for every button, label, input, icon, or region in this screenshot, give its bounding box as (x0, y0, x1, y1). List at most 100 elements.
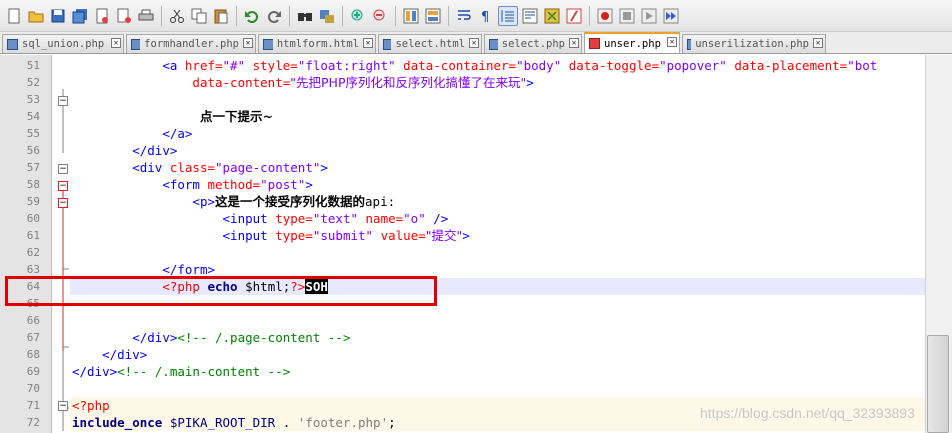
sync-vertical-icon[interactable] (401, 6, 421, 26)
new-file-icon[interactable] (4, 6, 24, 26)
line-number: 53 (26, 93, 40, 106)
tab-unserilization[interactable]: unserilization.php ✕ (682, 34, 826, 53)
code-line[interactable]: 60 <input type="text" name="o" /> (0, 210, 925, 227)
tab-close-icon[interactable]: ✕ (363, 38, 373, 48)
php-variable: $PIKA_ROOT_DIR (162, 415, 276, 430)
zoom-in-icon[interactable] (348, 6, 368, 26)
tab-label: select.php (501, 38, 565, 50)
html-attr: value= (373, 228, 426, 243)
code-line[interactable]: 62 (0, 244, 925, 261)
cut-icon[interactable] (167, 6, 187, 26)
tab-select-html[interactable]: select.html ✕ (378, 34, 482, 53)
text-content: api: (365, 194, 396, 209)
line-number: 54 (26, 110, 40, 123)
html-comment: <!-- /.page-content --> (177, 330, 351, 345)
run-macro-multiple-icon[interactable] (661, 6, 681, 26)
code-text: </div><!-- /.main-content --> (72, 363, 290, 380)
code-line[interactable]: 55 </a> (0, 125, 925, 142)
redo-icon[interactable] (264, 6, 284, 26)
file-icon (489, 38, 498, 50)
save-icon[interactable] (48, 6, 68, 26)
line-number: 67 (26, 331, 40, 344)
function-list-icon[interactable] (564, 6, 584, 26)
line-number: 71 (26, 399, 40, 412)
replace-icon[interactable] (317, 6, 337, 26)
pilcrow-icon[interactable]: ¶ (476, 6, 496, 26)
print-icon[interactable] (136, 6, 156, 26)
code-line[interactable]: 54 点一下提示~ (0, 108, 925, 125)
find-icon[interactable] (295, 6, 315, 26)
tab-close-icon[interactable]: ✕ (813, 38, 823, 48)
code-line[interactable]: 51 <a href="#" style="float:right" data-… (0, 57, 925, 74)
html-tag: </div> (102, 347, 148, 362)
scrollbar-thumb[interactable] (927, 335, 949, 433)
code-text: <form method="post"> (72, 176, 313, 193)
tab-unser-php[interactable]: unser.php ✕ (584, 32, 680, 53)
code-line[interactable]: 68 </div> (0, 346, 925, 363)
sync-horizontal-icon[interactable] (423, 6, 443, 26)
line-number: 70 (26, 382, 40, 395)
code-text: <input type="text" name="o" /> (72, 210, 449, 227)
html-tag: > (526, 75, 534, 90)
attr-value: "page-content" (215, 160, 321, 175)
tab-close-icon[interactable]: ✕ (243, 38, 253, 48)
code-line[interactable]: 69 </div><!-- /.main-content --> (0, 363, 925, 380)
copy-icon[interactable] (189, 6, 209, 26)
code-line[interactable]: 67 </div><!-- /.page-content --> (0, 329, 925, 346)
code-line[interactable]: 61 <input type="submit" value="提交"> (0, 227, 925, 244)
code-line[interactable]: 59 <p>这是一个接受序列化数据的api: (0, 193, 925, 210)
attr-value: "先把PHP序列化和反序列化搞懂了在来玩" (290, 75, 527, 90)
save-all-icon[interactable] (70, 6, 90, 26)
word-wrap-icon[interactable] (454, 6, 474, 26)
undo-icon[interactable] (242, 6, 262, 26)
stop-macro-icon[interactable] (617, 6, 637, 26)
tab-close-icon[interactable]: ✕ (667, 37, 677, 47)
code-line[interactable]: 66 (0, 312, 925, 329)
tab-close-icon[interactable]: ✕ (111, 38, 121, 48)
tab-sql-union[interactable]: sql_union.php ✕ (2, 34, 124, 53)
code-text: <div class="page-content"> (72, 159, 328, 176)
file-icon (131, 38, 141, 50)
close-all-icon[interactable] (114, 6, 134, 26)
tab-formhandler[interactable]: formhandler.php ✕ (126, 34, 256, 53)
line-number: 56 (26, 144, 40, 157)
html-attr: name= (358, 211, 404, 226)
html-attr: href= (184, 58, 223, 73)
unsaved-file-icon (589, 38, 600, 49)
line-number: 59 (26, 195, 40, 208)
tab-htmlform[interactable]: htmlform.html ✕ (258, 34, 376, 53)
code-line[interactable]: 57 <div class="page-content"> (0, 159, 925, 176)
php-string: 'footer.php' (297, 415, 389, 430)
code-line[interactable]: 58 <form method="post"> (0, 176, 925, 193)
tab-close-icon[interactable]: ✕ (469, 38, 479, 48)
html-comment: <!-- /.main-content --> (117, 364, 291, 379)
udl-icon[interactable] (520, 6, 540, 26)
attr-value: "bot (847, 58, 878, 73)
zoom-out-icon[interactable] (370, 6, 390, 26)
code-text: <?php (72, 397, 110, 414)
record-macro-icon[interactable] (595, 6, 615, 26)
code-line[interactable]: 52 data-content="先把PHP序列化和反序列化搞懂了在来玩"> (0, 74, 925, 91)
code-editor[interactable]: − − − − − 51 <a href="#" style="float:ri… (0, 55, 952, 433)
file-icon (7, 38, 18, 50)
close-icon[interactable] (92, 6, 112, 26)
line-number: 61 (26, 229, 40, 242)
indent-guide-icon[interactable] (498, 5, 518, 26)
html-tag: </div> (72, 364, 118, 379)
play-macro-icon[interactable] (639, 6, 659, 26)
open-file-icon[interactable] (26, 6, 46, 26)
tab-select-php[interactable]: select.php ✕ (484, 34, 582, 53)
paste-icon[interactable] (211, 6, 231, 26)
html-tag: <div (132, 160, 170, 175)
toolbar-separator (289, 5, 290, 26)
doc-map-icon[interactable] (542, 6, 562, 26)
tab-close-icon[interactable]: ✕ (569, 38, 579, 48)
code-line[interactable]: 53 (0, 91, 925, 108)
html-attr: type= (275, 228, 313, 243)
code-line[interactable]: 70 (0, 380, 925, 397)
code-text: include_once $PIKA_ROOT_DIR . 'footer.ph… (72, 414, 396, 431)
code-line[interactable]: 56 </div> (0, 142, 925, 159)
